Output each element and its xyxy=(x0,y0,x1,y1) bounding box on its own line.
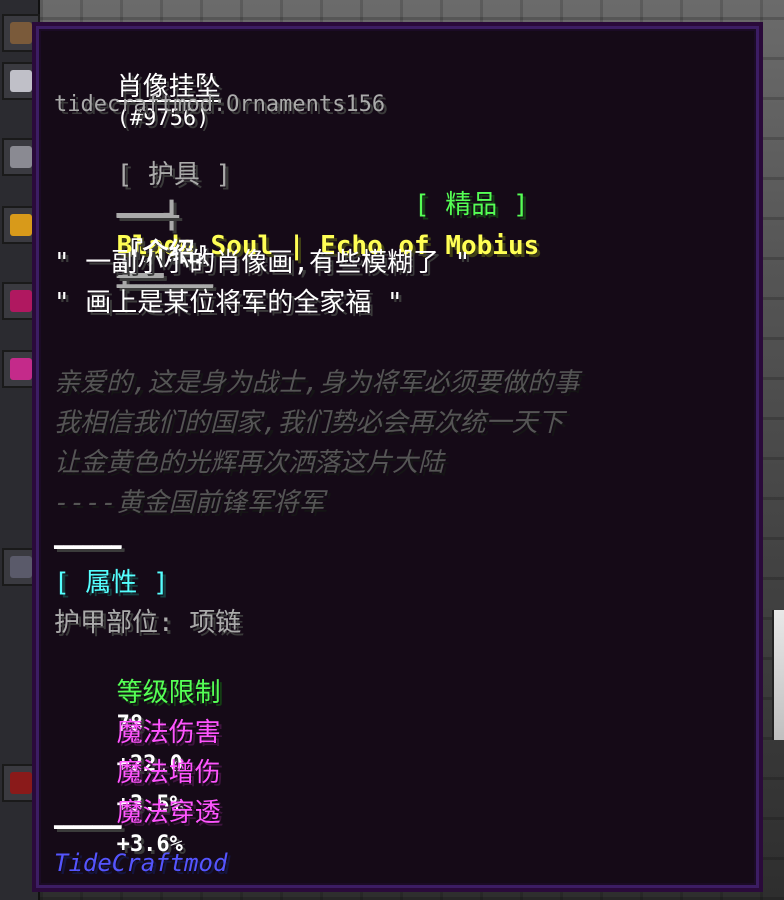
crown-icon xyxy=(10,214,32,236)
item-icon xyxy=(10,22,32,44)
entity-figure xyxy=(772,610,784,740)
attributes-header: [ 属性 ] xyxy=(54,568,169,598)
item-tooltip: 肖像挂坠 (#9756) tidecraftmod:Ornaments156 [… xyxy=(32,22,763,892)
lore-line-3: 让金黄色的光辉再次洒落这片大陆 xyxy=(54,448,445,478)
item-icon xyxy=(10,556,32,578)
intro-quote-2: " 画上是某位将军的全家福 " xyxy=(54,288,403,318)
lore-line-2: 我相信我们的国家,我们势必会再次统一天下 xyxy=(54,408,564,438)
mod-footer: TideCraftmod xyxy=(54,849,228,877)
item-icon xyxy=(10,70,32,92)
divider: ━━━━━━━ xyxy=(54,817,122,836)
sword-icon xyxy=(10,290,32,312)
stat-label: 魔法穿透 xyxy=(116,798,221,828)
lore-line-4: ----黄金国前锋军将军 xyxy=(54,488,325,518)
intro-quote-1: " 一副小小的肖像画,有些模糊了 " xyxy=(54,248,471,278)
lore-line-1: 亲爱的,这是身为战士,身为将军必须要做的事 xyxy=(54,368,580,398)
divider: ━━━━━━━ xyxy=(54,537,122,556)
item-icon xyxy=(10,358,32,380)
item-icon xyxy=(10,772,32,794)
item-registry-name: tidecraftmod:Ornaments156 xyxy=(54,92,386,117)
armor-slot-line: 护甲部位: 项链 xyxy=(54,608,242,638)
item-icon xyxy=(10,146,32,168)
